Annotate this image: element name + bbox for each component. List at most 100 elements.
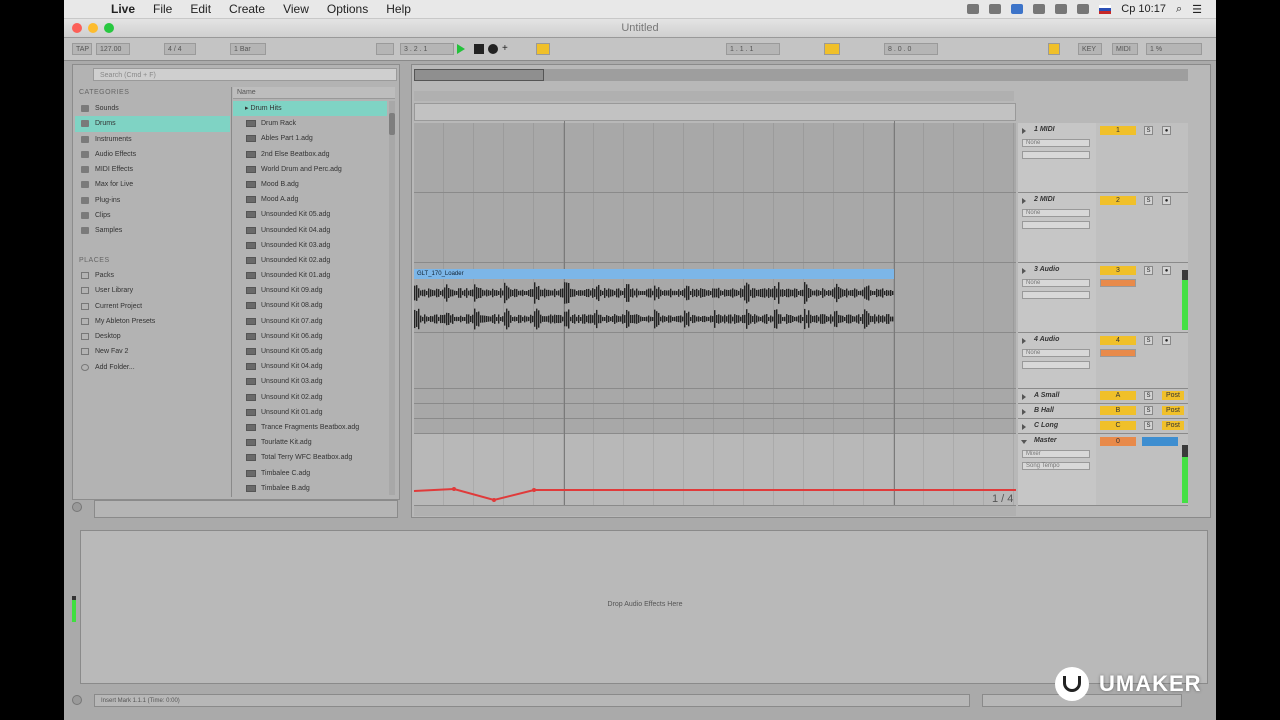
menu-live[interactable]: Live: [111, 2, 135, 16]
time-ruler[interactable]: [414, 506, 1016, 516]
arm-button[interactable]: ●: [1162, 126, 1171, 135]
return-b[interactable]: B Hall: [1018, 404, 1096, 419]
arm-button[interactable]: ●: [1162, 196, 1171, 205]
preview-waveform[interactable]: [94, 500, 398, 518]
place-user-library[interactable]: User Library: [75, 283, 230, 298]
files-header[interactable]: Name: [233, 87, 395, 99]
language-flag-icon[interactable]: [1099, 4, 1112, 14]
tap-button[interactable]: TAP: [72, 43, 92, 55]
category-clips[interactable]: Clips: [75, 208, 230, 223]
file-item[interactable]: World Drum and Perc.adg: [233, 162, 387, 177]
category-instruments[interactable]: Instruments: [75, 132, 230, 147]
fold-icon[interactable]: [1022, 409, 1026, 415]
loop-start-field[interactable]: 1 . 1 . 1: [726, 43, 780, 55]
master-volume[interactable]: 0: [1100, 437, 1136, 446]
lane-1-midi[interactable]: [414, 123, 1016, 193]
fold-icon[interactable]: [1022, 338, 1026, 344]
return-a[interactable]: A Small: [1018, 389, 1096, 404]
track-activator[interactable]: 1: [1100, 126, 1136, 135]
arm-button[interactable]: ●: [1162, 336, 1171, 345]
track-name[interactable]: A Small: [1034, 392, 1059, 399]
battery-icon[interactable]: [1077, 4, 1090, 14]
file-item[interactable]: Unsounded Kit 03.adg: [233, 238, 387, 253]
control-chooser[interactable]: Song Tempo: [1022, 462, 1090, 470]
lane-a-small[interactable]: [414, 389, 1016, 404]
overview-selection[interactable]: [414, 69, 544, 81]
song-position[interactable]: 3 . 2 . 1: [400, 43, 454, 55]
place-packs[interactable]: Packs: [75, 268, 230, 283]
track-activator[interactable]: A: [1100, 391, 1136, 400]
category-plugins[interactable]: Plug-ins: [75, 193, 230, 208]
place-my-presets[interactable]: My Ableton Presets: [75, 314, 230, 329]
menu-options[interactable]: Options: [327, 2, 368, 16]
fold-icon[interactable]: [1022, 394, 1026, 400]
zoom-window-button[interactable]: [104, 23, 114, 33]
place-current-project[interactable]: Current Project: [75, 299, 230, 314]
track-name[interactable]: B Hall: [1034, 407, 1054, 414]
spotlight-icon[interactable]: ⌕: [1176, 3, 1182, 16]
browser-search-input[interactable]: Search (Cmd + F): [93, 68, 397, 81]
dropbox-icon[interactable]: [1011, 4, 1024, 14]
close-window-button[interactable]: [72, 23, 82, 33]
menu-create[interactable]: Create: [229, 2, 265, 16]
track-3-audio[interactable]: 3 Audio None: [1018, 263, 1096, 333]
minimize-window-button[interactable]: [88, 23, 98, 33]
file-item[interactable]: Tourlatte Kit.adg: [233, 435, 387, 450]
file-item[interactable]: Mood A.adg: [233, 192, 387, 207]
arrangement-overview[interactable]: [414, 69, 1188, 81]
menu-help[interactable]: Help: [386, 2, 411, 16]
input-select[interactable]: None: [1022, 139, 1090, 147]
fold-icon[interactable]: [1022, 268, 1026, 274]
browser-divider[interactable]: [231, 87, 232, 497]
place-new-fav[interactable]: New Fav 2: [75, 344, 230, 359]
file-item[interactable]: Mood B.adg: [233, 177, 387, 192]
solo-button[interactable]: S: [1144, 391, 1153, 400]
file-item[interactable]: Unsound Kit 05.adg: [233, 344, 387, 359]
beat-ruler[interactable]: [414, 91, 1014, 101]
file-item[interactable]: 2nd Else Beatbox.adg: [233, 147, 387, 162]
category-max-for-live[interactable]: Max for Live: [75, 177, 230, 192]
fold-icon[interactable]: [1021, 440, 1027, 444]
device-view[interactable]: Drop Audio Effects Here: [80, 530, 1208, 684]
track-name[interactable]: 1 MIDI: [1034, 126, 1055, 133]
loop-brace[interactable]: [414, 103, 1016, 121]
track-1-midi[interactable]: 1 MIDI None: [1018, 123, 1096, 193]
file-item[interactable]: Unsound Kit 02.adg: [233, 390, 387, 405]
fold-icon[interactable]: [1022, 128, 1026, 134]
file-item[interactable]: Unsound Kit 07.adg: [233, 314, 387, 329]
follow-button[interactable]: [376, 43, 394, 55]
track-name[interactable]: 2 MIDI: [1034, 196, 1055, 203]
file-item[interactable]: Timbalee B.adg: [233, 481, 387, 496]
folder-item[interactable]: ▸ Drum Hits: [233, 101, 387, 117]
key-button[interactable]: KEY: [1078, 43, 1102, 55]
play-icon[interactable]: [457, 44, 465, 54]
audio-waveform-bottom[interactable]: [414, 307, 894, 331]
track-name[interactable]: Master: [1034, 437, 1057, 444]
preview-toggle-button[interactable]: [72, 502, 82, 512]
midi-button[interactable]: MIDI: [1112, 43, 1138, 55]
file-item[interactable]: Drum Rack: [233, 116, 387, 131]
channel-select[interactable]: [1022, 221, 1090, 229]
category-drums[interactable]: Drums: [75, 116, 230, 132]
lane-c-long[interactable]: [414, 419, 1016, 434]
track-name[interactable]: C Long: [1034, 422, 1058, 429]
place-add-folder[interactable]: Add Folder...: [75, 360, 230, 375]
file-item[interactable]: Unsound Kit 09.adg: [233, 283, 387, 298]
bluetooth-icon[interactable]: [1055, 4, 1068, 14]
file-item[interactable]: Timbalee C.adg: [233, 466, 387, 481]
lane-4-audio[interactable]: [414, 333, 1016, 389]
automation-arm-button[interactable]: [536, 43, 550, 55]
master-track[interactable]: Master Mixer Song Tempo: [1018, 434, 1096, 506]
quantize-menu[interactable]: 1 Bar: [230, 43, 266, 55]
arm-button[interactable]: ●: [1162, 266, 1171, 275]
fold-icon[interactable]: [1022, 198, 1026, 204]
audio-waveform-top[interactable]: [414, 281, 894, 305]
menu-file[interactable]: File: [153, 2, 172, 16]
file-item[interactable]: Unsound Kit 08.adg: [233, 298, 387, 313]
solo-button[interactable]: S: [1144, 196, 1153, 205]
file-item[interactable]: Ables Part 1.adg: [233, 131, 387, 146]
solo-button[interactable]: S: [1144, 126, 1153, 135]
track-4-audio[interactable]: 4 Audio None: [1018, 333, 1096, 389]
category-audio-effects[interactable]: Audio Effects: [75, 147, 230, 162]
file-item[interactable]: Unsounded Kit 04.adg: [233, 223, 387, 238]
